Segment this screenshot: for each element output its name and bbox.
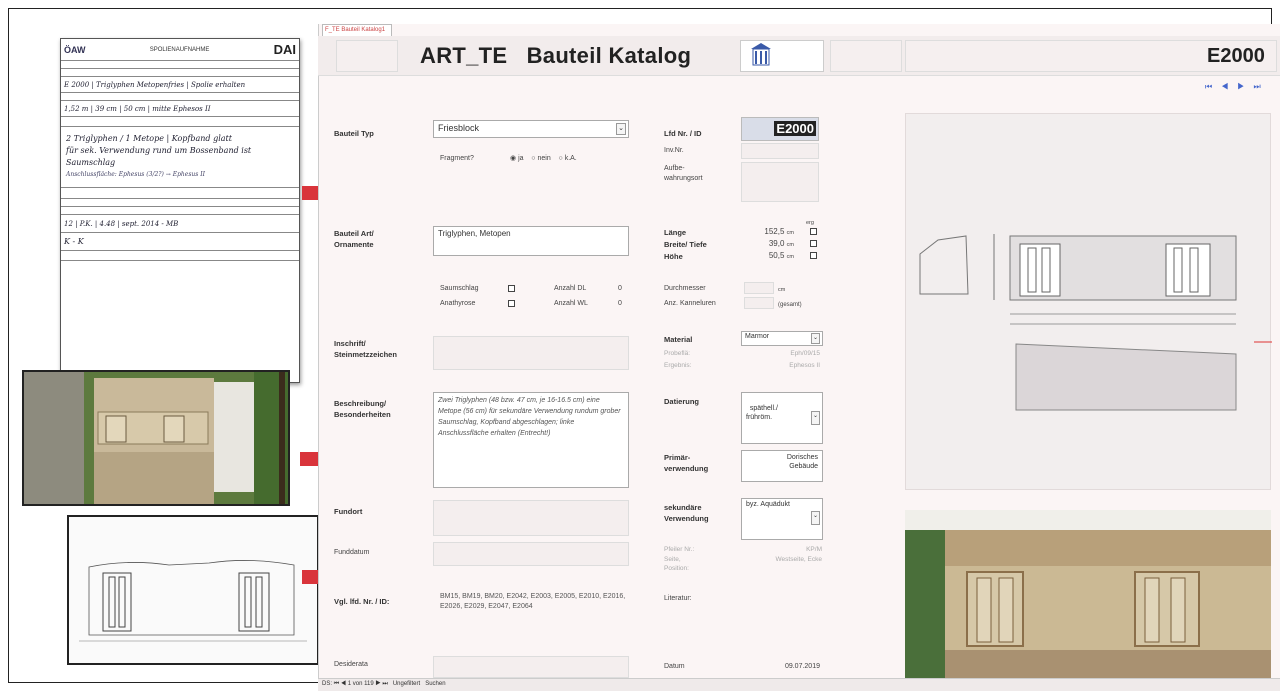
vgl-label: Vgl. lfd. Nr. / ID: [334,597,390,606]
chevron-down-icon[interactable]: ⌄ [811,333,820,344]
bauteil-art-label: Bauteil Art/ Ornamente [334,229,374,249]
block-drawing [67,515,319,665]
probe-value: Eph/09/15 [790,350,820,357]
saumschlag-checkbox[interactable] [508,285,515,292]
datum-label: Datum [664,663,685,670]
previous-record-button[interactable]: ◀ [1221,82,1237,91]
form-signature: K - K [64,236,84,246]
desiderata-label: Desiderata [334,661,368,668]
record-id: E2000 [1207,45,1265,67]
technical-drawing [905,113,1272,490]
bauteil-typ-label: Bauteil Typ [334,129,374,138]
durchmesser-field[interactable] [744,282,774,294]
inschrift-label: Inschrift/ Steinmetzzeichen [334,339,397,359]
ergebnis-label: Ergebnis: [664,362,692,369]
material-label: Material [664,335,693,344]
durchmesser-label: Durchmesser [664,285,706,292]
fundort-field[interactable] [433,500,629,536]
fundort-label: Fundort [334,507,363,516]
form-tab[interactable]: F_TE Bauteil Katalog1 [322,24,392,36]
datierung-field[interactable]: späthell./ frühröm. ⌄ [741,392,823,444]
primaer-label: Primär- verwendung [664,453,709,473]
next-record-button[interactable]: ▶ [1237,82,1253,91]
sekundaer-label: sekundäre Verwendung [664,503,709,523]
fragment-options: ◉ ja ○ nein ○ k.A. [510,154,577,164]
filter-status[interactable]: Ungefiltert [393,681,420,687]
search-box[interactable]: Suchen [425,681,445,687]
hoehe-erg-checkbox[interactable] [810,252,817,259]
status-bar: DS: ⏮ ◀ 1 von 119 ▶ ⏭ Ungefiltert Suchen [318,678,1280,691]
anzahl-wl-label: Anzahl WL [554,300,588,307]
record-count[interactable]: 1 von 119 [348,681,374,687]
inschrift-field[interactable] [433,336,629,370]
block-photo [905,510,1271,686]
anzahl-wl-value[interactable]: 0 [618,299,622,309]
erg-label: erg [806,220,814,226]
form-org-right: DAI [273,42,296,57]
hoehe-label: Höhe [664,252,683,261]
form-handwriting: 2 Triglyphen / 1 Metope | Kopfband glatt… [66,134,252,178]
ergebnis-value: Ephesos II [789,362,820,369]
anzahl-dl-label: Anzahl DL [554,285,587,292]
inv-nr-label: Inv.Nr. [664,147,684,154]
durchmesser-unit: cm [778,287,786,293]
funddatum-label: Funddatum [334,549,370,556]
chevron-down-icon[interactable]: ⌄ [811,411,820,425]
seite-value: Westseite, Ecke [775,556,822,563]
primaer-field[interactable]: Dorisches Gebäude [741,450,823,482]
breite-erg-checkbox[interactable] [810,240,817,247]
funddatum-field[interactable] [433,542,629,566]
kannelur-field[interactable] [744,297,774,309]
breite-value[interactable]: 39,0 cm [744,239,794,250]
kannelur-label: Anz. Kanneluren [664,300,716,307]
anathyrose-checkbox[interactable] [508,300,515,307]
fragment-radio-nein[interactable]: ○ nein [531,155,550,162]
anzahl-dl-value[interactable]: 0 [618,284,622,294]
inv-nr-field[interactable] [741,143,819,159]
record-navigation: ⏮◀▶⏭ [1205,82,1270,92]
anathyrose-label: Anathyrose [440,300,476,307]
first-record-button[interactable]: ⏮ [1205,82,1221,91]
literatur-label: Literatur: [664,595,692,602]
fragment-radio-ja[interactable]: ◉ ja [510,155,524,162]
aufbewahrung-label: Aufbe- wahrungsort [664,165,703,182]
lfd-nr-field[interactable]: E2000 [741,117,819,141]
saumschlag-label: Saumschlag [440,285,479,292]
material-select[interactable]: Marmor ⌄ [741,331,823,346]
fragment-label: Fragment? [440,155,474,162]
form-org-left: ÖAW [64,44,86,55]
scanned-form: ÖAW SPOLIENAUFNAHME DAI E 2000 | Triglyp… [60,38,300,383]
probe-label: Probeflä: [664,350,691,357]
beschreibung-label: Beschreibung/ Besonderheiten [334,399,391,419]
laenge-erg-checkbox[interactable] [810,228,817,235]
bauteil-art-field[interactable]: Triglyphen, Metopen [433,226,629,256]
lfd-nr-label: Lfd Nr. / ID [664,129,702,138]
bauteil-typ-select[interactable]: Friesblock ⌄ [433,120,629,138]
hoehe-value[interactable]: 50,5 cm [744,251,794,262]
datierung-label: Datierung [664,397,700,406]
chevron-down-icon[interactable]: ⌄ [811,511,820,525]
form-heading: SPOLIENAUFNAHME [149,46,210,53]
chevron-down-icon[interactable]: ⌄ [616,123,626,135]
first-record-icon[interactable]: ⏮ ◀ [334,681,346,687]
vgl-value[interactable]: BM15, BM19, BM20, E2042, E2003, E2005, E… [440,592,630,612]
laenge-label: Länge [664,228,687,237]
gesamt-label: (gesamt) [778,302,802,308]
desiderata-field[interactable] [433,656,629,678]
sekundaer-field[interactable]: byz. Aquädukt ⌄ [741,498,823,540]
laenge-value[interactable]: 152,5 cm [744,227,794,238]
fragment-radio-ka[interactable]: ○ k.A. [559,155,577,162]
pfeiler-value: KP/M [806,546,822,553]
page-title: ART_TE Bauteil Katalog [420,43,692,68]
last-record-button[interactable]: ⏭ [1253,82,1269,91]
seite-label: Seite, Position: [664,556,689,572]
aufbewahrung-field[interactable] [741,162,819,202]
institution-logo [740,40,824,72]
datum-value: 09.07.2019 [784,663,820,670]
next-record-icon[interactable]: ▶ ⏭ [375,681,387,687]
beschreibung-field[interactable]: Zwei Triglyphen (48 bzw. 47 cm, je 16-16… [433,392,629,488]
breite-label: Breite/ Tiefe [664,240,707,249]
column-photo [22,370,290,506]
pfeiler-label: Pfeiler Nr.: [664,546,695,553]
